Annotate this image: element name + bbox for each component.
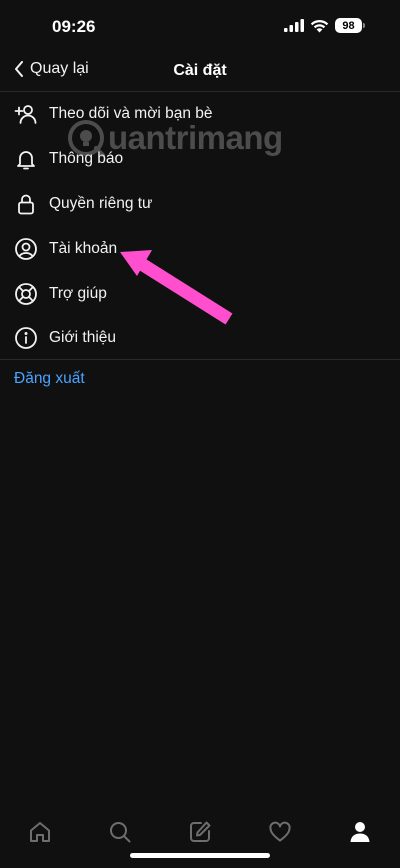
cellular-signal-icon (284, 19, 304, 32)
info-icon (14, 326, 38, 350)
home-indicator[interactable] (130, 853, 270, 858)
battery-indicator: 98 (335, 18, 365, 33)
watermark: uantrimang (66, 118, 283, 158)
lock-icon (14, 192, 38, 216)
tab-activity[interactable] (260, 812, 300, 852)
search-icon (110, 822, 131, 843)
wifi-icon (310, 19, 329, 32)
page-title: Cài đặt (173, 62, 227, 79)
menu-item-label: Trợ giúp (49, 284, 107, 302)
status-time: 09:26 (52, 17, 96, 36)
tab-bar (0, 812, 400, 868)
home-icon (30, 822, 50, 842)
menu-item-about[interactable]: Giới thiệu (0, 316, 400, 361)
tab-profile[interactable] (340, 812, 380, 852)
add-person-icon (14, 102, 38, 126)
watermark-text: uantrimang (108, 119, 283, 156)
status-icons: 98 (284, 18, 365, 33)
logout-button[interactable]: Đăng xuất (14, 370, 85, 388)
menu-item-account[interactable]: Tài khoản (0, 226, 400, 271)
heart-icon (269, 821, 291, 842)
account-circle-icon (14, 237, 38, 261)
lifebuoy-icon (14, 282, 38, 306)
compose-icon (190, 821, 211, 842)
watermark-logo-icon (68, 120, 105, 157)
menu-divider (0, 359, 400, 360)
status-bar: 09:26 98 (0, 0, 400, 56)
tab-home[interactable] (20, 812, 60, 852)
menu-item-label: Quyền riêng tư (49, 194, 153, 212)
profile-icon (350, 822, 370, 842)
menu-item-help[interactable]: Trợ giúp (0, 271, 400, 316)
menu-item-privacy[interactable]: Quyền riêng tư (0, 182, 400, 227)
tab-search[interactable] (100, 812, 140, 852)
nav-bar: Quay lại Cài đặt (0, 56, 400, 90)
menu-item-label: Giới thiệu (49, 329, 117, 347)
tab-compose[interactable] (180, 812, 220, 852)
battery-level: 98 (342, 19, 355, 32)
menu-item-label: Tài khoản (49, 239, 118, 257)
bell-icon (14, 147, 38, 171)
